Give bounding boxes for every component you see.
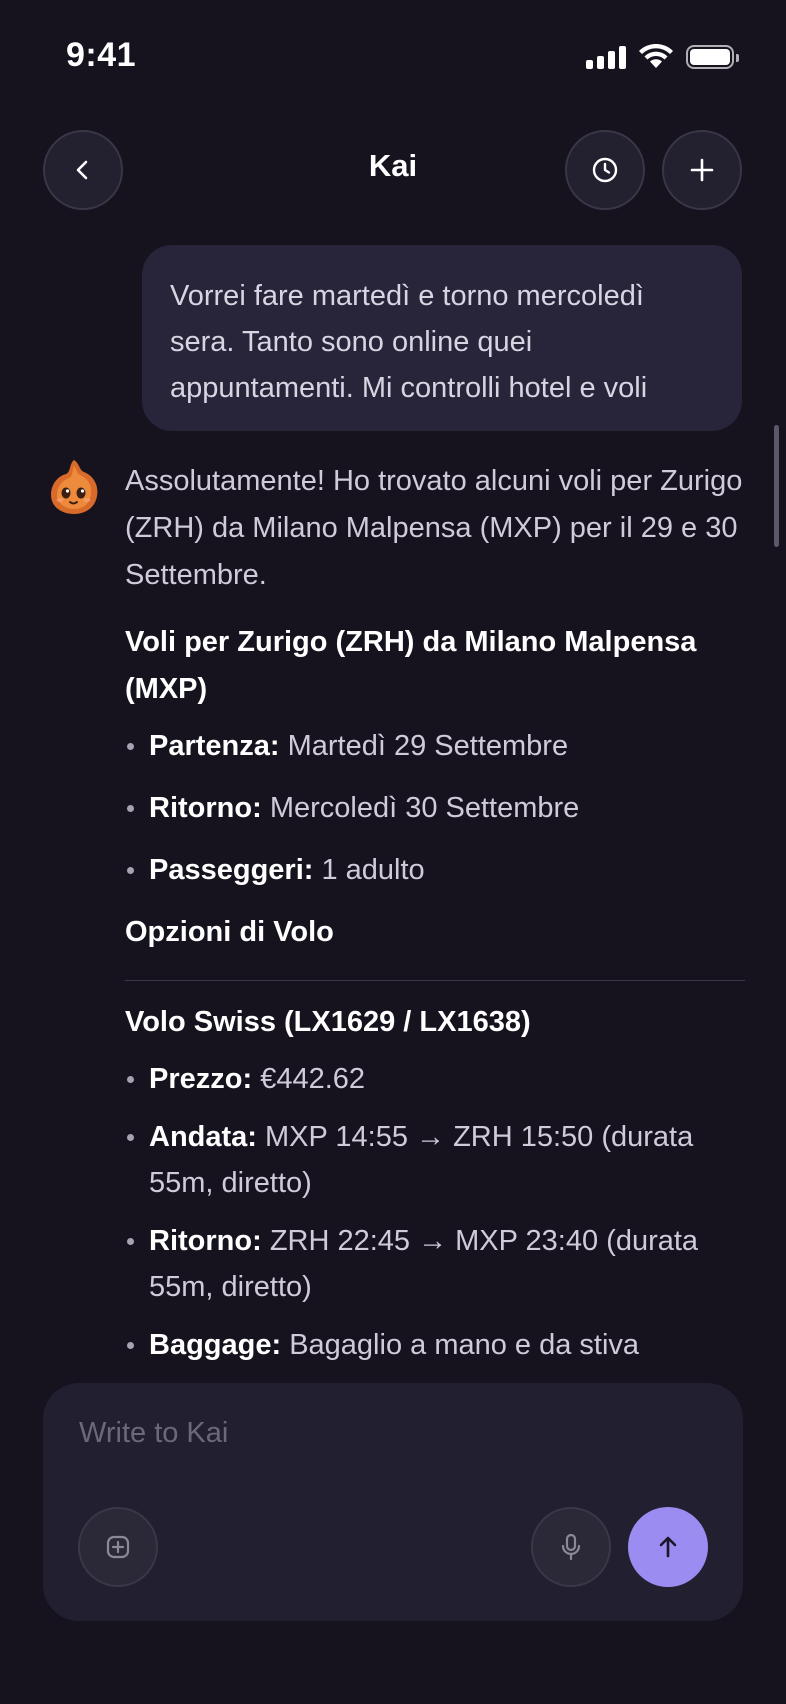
list-item: Andata: MXP 14:55 → ZRH 15:50 (durata 55…	[125, 1114, 745, 1206]
list-item: Ritorno: Mercoledì 30 Settembre	[125, 785, 745, 831]
microphone-icon	[561, 1533, 581, 1561]
list-item: Prezzo: €442.62	[125, 1056, 745, 1102]
home-indicator-area	[0, 1644, 786, 1704]
attach-button[interactable]	[78, 1507, 158, 1587]
trip-details-list: Partenza: Martedì 29 Settembre Ritorno: …	[125, 723, 745, 893]
microphone-button[interactable]	[531, 1507, 611, 1587]
plus-square-icon	[106, 1535, 130, 1559]
clock-icon	[592, 157, 618, 183]
kai-avatar-icon	[51, 460, 98, 514]
list-item: Baggage: Bagaglio a mano e da stiva	[125, 1322, 745, 1368]
status-icons	[586, 44, 739, 70]
cellular-signal-icon	[586, 45, 626, 69]
send-button[interactable]	[628, 1507, 708, 1587]
list-item: Passeggeri: 1 adulto	[125, 847, 745, 893]
plus-icon	[690, 158, 714, 182]
list-item: Partenza: Martedì 29 Settembre	[125, 723, 745, 769]
chat-header: Kai	[0, 128, 786, 212]
user-message-bubble: Vorrei fare martedì e torno mercoledì se…	[142, 245, 742, 431]
message-input[interactable]	[79, 1417, 679, 1450]
scrollbar[interactable]	[774, 425, 779, 547]
user-message-text: Vorrei fare martedì e torno mercoledì se…	[170, 280, 648, 404]
section-title-options: Opzioni di Volo	[125, 916, 334, 948]
wifi-icon	[639, 44, 673, 68]
history-button[interactable]	[565, 130, 645, 210]
assistant-message: Assolutamente! Ho trovato alcuni voli pe…	[125, 456, 745, 1376]
section-title-swiss-flight: Volo Swiss (LX1629 / LX1638)	[125, 1006, 531, 1038]
battery-icon	[686, 45, 739, 69]
assistant-intro: Assolutamente! Ho trovato alcuni voli pe…	[125, 465, 743, 591]
flight-details-list: Prezzo: €442.62 Andata: MXP 14:55 → ZRH …	[125, 1056, 745, 1368]
arrow-up-icon	[659, 1536, 677, 1558]
new-chat-button[interactable]	[662, 130, 742, 210]
divider	[125, 980, 745, 981]
section-title-flights: Voli per Zurigo (ZRH) da Milano Malpensa…	[125, 626, 697, 705]
status-bar: 9:41	[0, 0, 786, 110]
status-time: 9:41	[66, 36, 137, 74]
list-item: Ritorno: ZRH 22:45 → MXP 23:40 (durata 5…	[125, 1218, 745, 1310]
message-composer	[43, 1383, 743, 1621]
